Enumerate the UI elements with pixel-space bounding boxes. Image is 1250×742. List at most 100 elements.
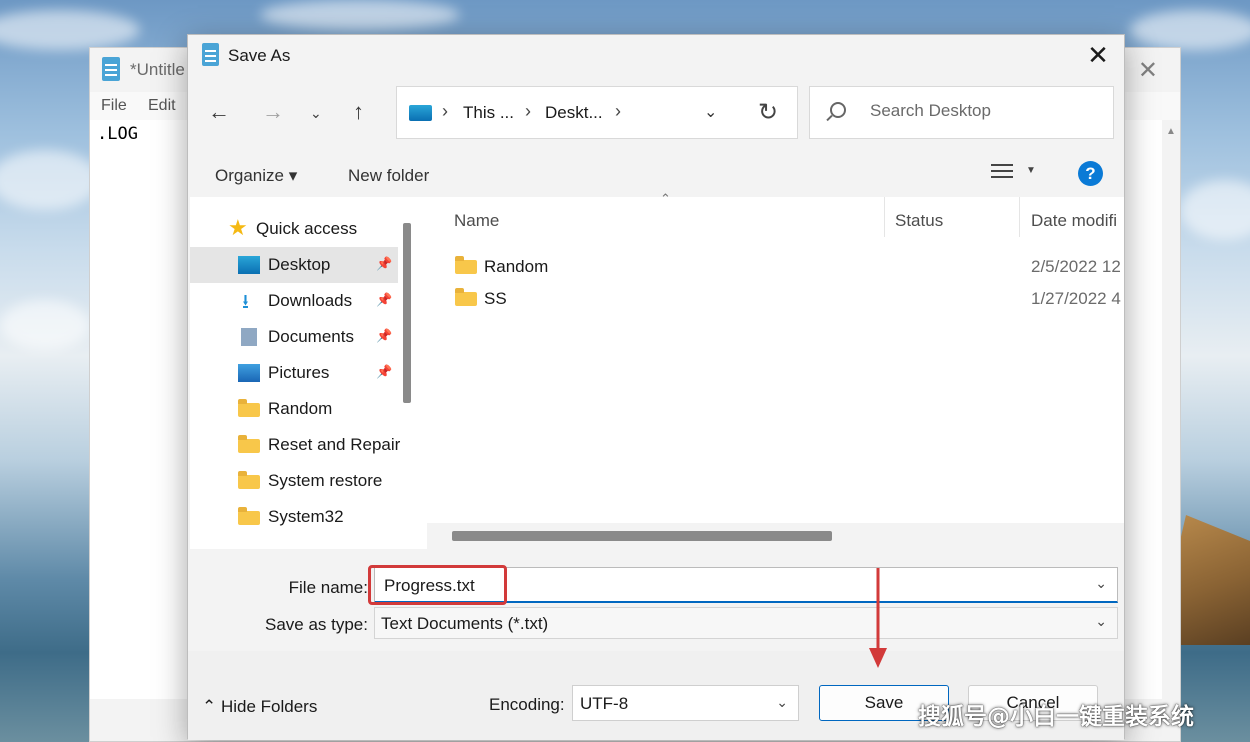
pin-icon[interactable]: 📌 xyxy=(376,364,392,380)
hide-folders-label: Hide Folders xyxy=(220,697,318,716)
dialog-toolbar: Organize ▾ New folder ▼ ? xyxy=(188,151,1124,197)
help-icon[interactable]: ? xyxy=(1078,161,1103,186)
this-pc-icon xyxy=(409,105,432,121)
notepad-close-icon[interactable]: ✕ xyxy=(1138,56,1158,85)
address-dropdown-icon[interactable]: ⌄ xyxy=(704,102,717,122)
refresh-icon[interactable]: ↻ xyxy=(758,98,778,127)
new-folder-button[interactable]: New folder xyxy=(348,166,429,186)
cloud xyxy=(0,300,90,350)
cloud xyxy=(0,150,100,210)
arrow-right-icon[interactable]: → xyxy=(262,99,284,125)
file-name: SS xyxy=(484,289,507,308)
sidebar-item-quick-access[interactable]: ★ Quick access xyxy=(190,211,398,247)
file-date: 2/5/2022 12 xyxy=(1031,257,1121,276)
navigation-scrollbar[interactable] xyxy=(403,223,411,403)
file-row[interactable]: Random 2/5/2022 12 xyxy=(427,251,1124,281)
sort-ascending-icon: ⌃ xyxy=(660,191,671,206)
scrollbar-thumb[interactable] xyxy=(452,531,832,541)
notepad-content[interactable]: .LOG xyxy=(97,124,138,144)
search-input[interactable] xyxy=(870,101,1100,121)
scroll-up-icon[interactable]: ▲ xyxy=(1166,126,1176,137)
chevron-down-icon[interactable]: ⌄ xyxy=(1095,575,1107,592)
file-name-label: File name: xyxy=(288,578,368,597)
arrow-left-icon[interactable]: ← xyxy=(208,99,230,125)
star-icon: ★ xyxy=(228,215,248,240)
sidebar-item-pictures[interactable]: Pictures 📌 xyxy=(190,355,398,391)
save-as-type-label: Save as type: xyxy=(264,615,368,634)
sidebar-item-random[interactable]: Random xyxy=(190,391,398,427)
cloud xyxy=(1130,10,1250,50)
pin-icon[interactable]: 📌 xyxy=(376,292,392,308)
breadcrumb-desktop[interactable]: Deskt... xyxy=(545,103,603,123)
sidebar-item-desktop[interactable]: Desktop 📌 xyxy=(190,247,398,283)
hide-folders-button[interactable]: ⌃ Hide Folders xyxy=(202,697,317,717)
view-dropdown-icon[interactable]: ▼ xyxy=(1026,165,1036,176)
dialog-title: Save As xyxy=(228,46,291,65)
column-header-name[interactable]: Name xyxy=(454,211,499,231)
sidebar-item-label: System32 xyxy=(268,507,344,526)
chevron-down-icon[interactable]: ⌄ xyxy=(776,694,788,711)
save-as-dialog[interactable]: Save As ✕ ← → ⌄ ↑ › This ... › Deskt... … xyxy=(187,34,1125,740)
watermark: 搜狐号@小白一键重装系统 xyxy=(918,704,1194,730)
notepad-icon xyxy=(102,57,120,81)
encoding-select[interactable]: UTF-8 ⌄ xyxy=(572,685,799,721)
search-icon xyxy=(830,102,846,118)
chevron-down-icon[interactable]: ⌄ xyxy=(310,105,322,122)
pictures-icon xyxy=(238,364,260,382)
navigation-pane[interactable]: ★ Quick access Desktop 📌 ⭳ Downloads 📌 D… xyxy=(190,197,419,549)
breadcrumb-this-pc[interactable]: This ... xyxy=(463,103,514,123)
sidebar-item-system-restore[interactable]: System restore xyxy=(190,463,398,499)
breadcrumb-separator-icon[interactable]: › xyxy=(615,101,621,122)
desktop-icon xyxy=(238,256,260,274)
folder-icon xyxy=(238,507,260,525)
file-name: Random xyxy=(484,257,549,276)
view-options-icon[interactable] xyxy=(991,164,1013,182)
sidebar-item-label: System restore xyxy=(268,471,383,490)
sidebar-item-reset-and-repair[interactable]: Reset and Repair xyxy=(190,427,401,463)
cloud xyxy=(0,10,140,50)
column-header-date[interactable]: Date modifi xyxy=(1031,211,1117,231)
notepad-scrollbar[interactable]: ▲ ▼ xyxy=(1162,120,1180,720)
file-date: 1/27/2022 4 xyxy=(1031,289,1121,308)
file-list[interactable]: ⌃ Name Status Date modifi Random 2/5/202… xyxy=(427,191,1124,549)
sidebar-item-system32[interactable]: System32 xyxy=(190,499,398,535)
file-row[interactable]: SS 1/27/2022 4 xyxy=(427,283,1124,313)
folder-icon xyxy=(238,471,260,489)
sidebar-item-label: Random xyxy=(268,399,333,418)
column-divider[interactable] xyxy=(884,197,885,237)
encoding-label: Encoding: xyxy=(489,695,565,714)
save-as-type-select[interactable]: Text Documents (*.txt) ⌄ xyxy=(374,607,1118,639)
search-box[interactable] xyxy=(809,86,1114,139)
pin-icon[interactable]: 📌 xyxy=(376,256,392,272)
chevron-down-icon[interactable]: ⌄ xyxy=(1095,613,1107,630)
dialog-titlebar: Save As ✕ xyxy=(188,35,1124,77)
browser-panes: ★ Quick access Desktop 📌 ⭳ Downloads 📌 D… xyxy=(190,191,1124,549)
folder-icon xyxy=(238,399,260,417)
column-header-status[interactable]: Status xyxy=(895,211,943,231)
cloud xyxy=(260,0,460,30)
horizontal-scrollbar[interactable] xyxy=(427,523,1124,549)
sidebar-item-label: Reset and Repair xyxy=(268,435,401,454)
cloud xyxy=(1180,180,1250,240)
coastal-rock xyxy=(1170,515,1250,645)
save-as-type-value: Text Documents (*.txt) xyxy=(381,614,549,633)
address-bar[interactable]: › This ... › Deskt... › ⌄ ↻ xyxy=(396,86,798,139)
sidebar-item-label: Downloads xyxy=(268,291,353,310)
documents-icon xyxy=(241,328,257,346)
column-divider[interactable] xyxy=(1019,197,1020,237)
close-icon[interactable]: ✕ xyxy=(1080,37,1116,73)
sidebar-item-label: Pictures xyxy=(268,363,330,382)
folder-icon xyxy=(238,435,260,453)
encoding-value: UTF-8 xyxy=(580,694,629,713)
arrow-up-icon[interactable]: ↑ xyxy=(353,99,364,125)
sidebar-item-documents[interactable]: Documents 📌 xyxy=(190,319,398,355)
annotation-arrow xyxy=(869,568,887,668)
pin-icon[interactable]: 📌 xyxy=(376,328,392,344)
organize-button[interactable]: Organize ▾ xyxy=(215,166,297,186)
sidebar-item-label: Documents xyxy=(268,327,354,346)
menu-file[interactable]: File xyxy=(101,97,127,115)
folder-icon xyxy=(455,256,477,274)
sidebar-item-downloads[interactable]: ⭳ Downloads 📌 xyxy=(190,283,398,319)
menu-edit[interactable]: Edit xyxy=(148,97,176,115)
arrow-head xyxy=(869,648,887,668)
